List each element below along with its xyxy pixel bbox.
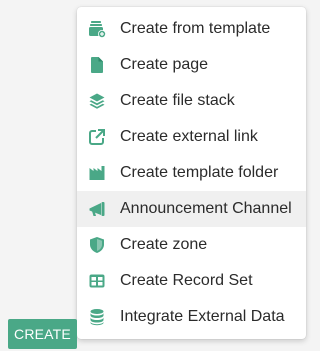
- shield-icon: [88, 236, 106, 254]
- menu-item-create-zone[interactable]: Create zone: [77, 227, 306, 263]
- file-icon: [88, 56, 106, 74]
- menu-item-create-from-template[interactable]: Create from template: [77, 11, 306, 47]
- menu-item-label: Create page: [120, 56, 209, 73]
- template-stack-plus-icon: [88, 20, 106, 38]
- menu-item-label: Announcement Channel: [120, 200, 292, 217]
- menu-item-label: Create from template: [120, 20, 271, 37]
- database-icon: [88, 308, 106, 326]
- menu-item-label: Create external link: [120, 128, 258, 145]
- menu-item-label: Create Record Set: [120, 272, 253, 289]
- menu-item-label: Create template folder: [120, 164, 279, 181]
- menu-item-create-template-folder[interactable]: Create template folder: [77, 155, 306, 191]
- menu-item-label: Integrate External Data: [120, 308, 285, 325]
- menu-item-create-record-set[interactable]: Create Record Set: [77, 263, 306, 299]
- menu-item-create-page[interactable]: Create page: [77, 47, 306, 83]
- menu-item-create-file-stack[interactable]: Create file stack: [77, 83, 306, 119]
- external-link-icon: [88, 128, 106, 146]
- page: Create from template Create page Create …: [0, 0, 318, 351]
- menu-item-create-external-link[interactable]: Create external link: [77, 119, 306, 155]
- menu-item-label: Create zone: [120, 236, 208, 253]
- create-button[interactable]: CREATE: [8, 319, 77, 349]
- create-menu: Create from template Create page Create …: [77, 7, 306, 339]
- menu-item-announcement-channel[interactable]: Announcement Channel: [77, 191, 306, 227]
- megaphone-icon: [88, 200, 106, 218]
- layers-icon: [88, 92, 106, 110]
- menu-item-label: Create file stack: [120, 92, 235, 109]
- template-folder-icon: [88, 164, 106, 182]
- menu-item-integrate-external-data[interactable]: Integrate External Data: [77, 299, 306, 335]
- table-icon: [88, 272, 106, 290]
